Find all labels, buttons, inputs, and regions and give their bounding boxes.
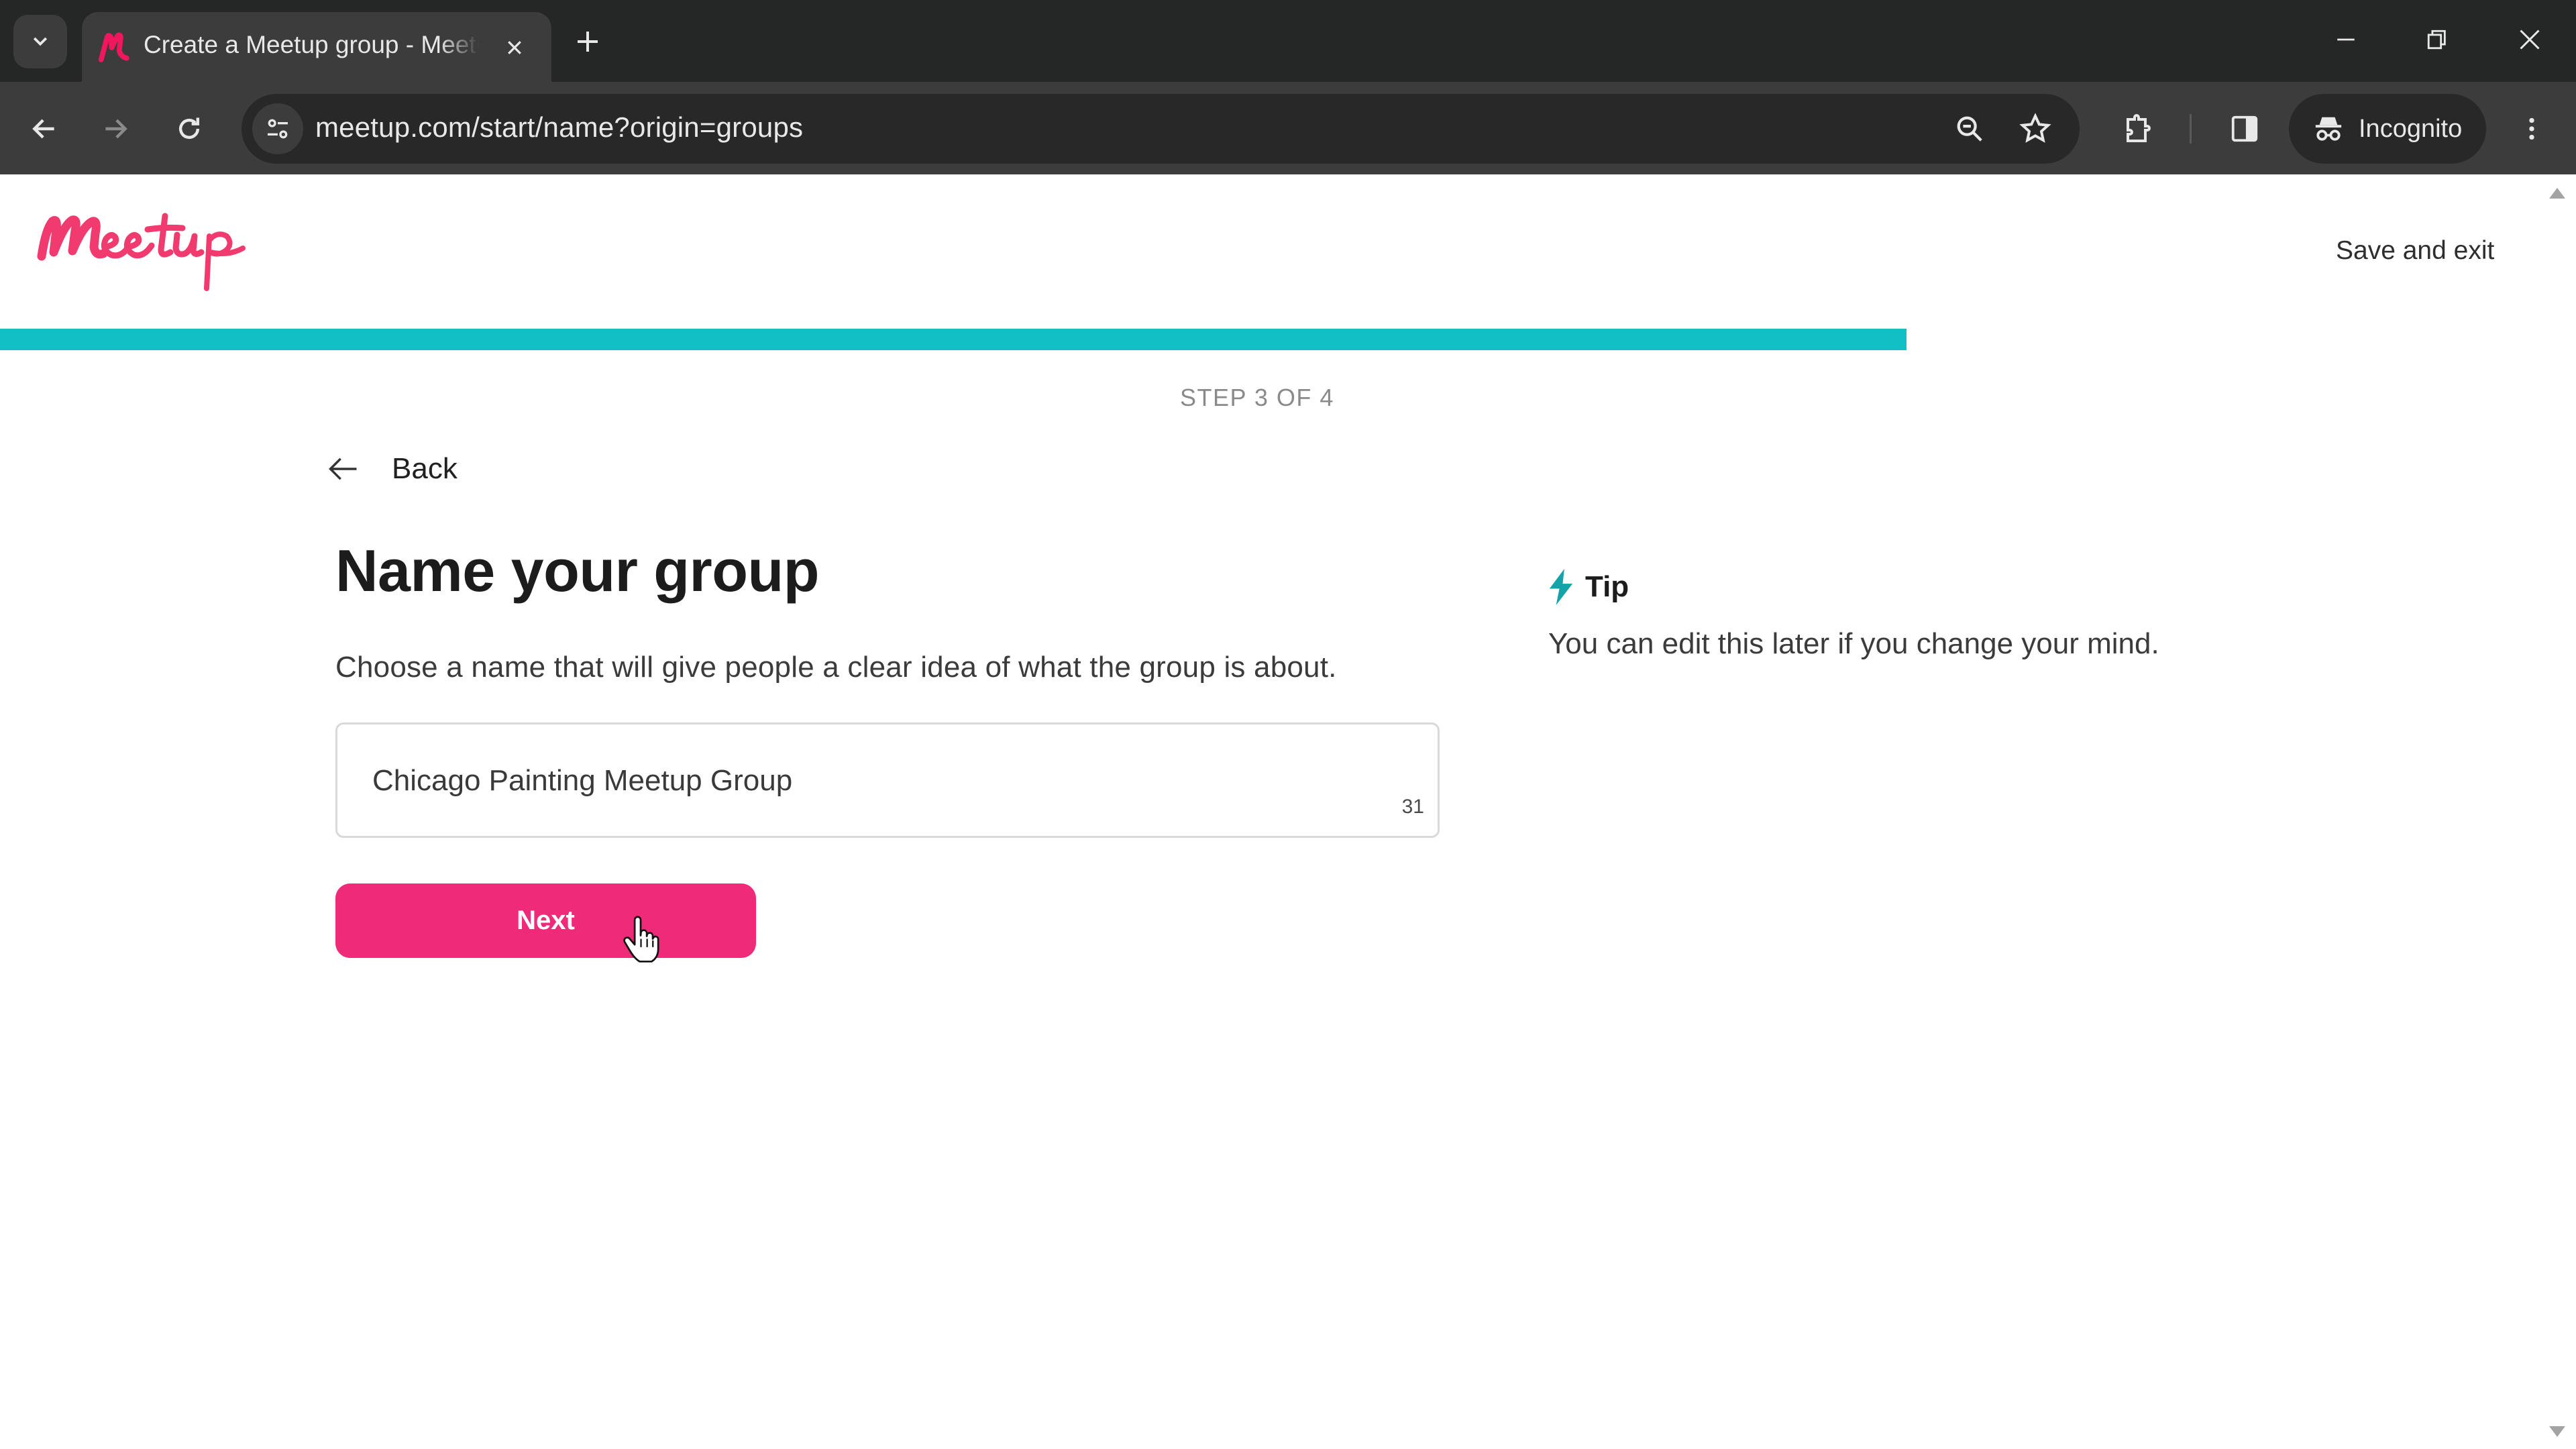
progress-bar-fill [0,329,1907,350]
tip-header: Tip [1548,569,1629,605]
minimize-button[interactable] [2316,16,2376,63]
page-title: Name your group [335,537,820,604]
next-button[interactable]: Next [335,883,756,958]
tab-title: Create a Meetup group - Meetup [144,31,479,58]
back-link[interactable]: Back [326,451,458,486]
character-count: 31 [1401,796,1424,818]
incognito-indicator[interactable]: Incognito [2289,94,2486,164]
arrow-right-icon [105,119,127,139]
active-tab[interactable]: Create a Meetup group - Meetup [82,12,551,82]
meetup-logo[interactable] [34,209,262,297]
minimize-icon [2337,38,2355,41]
page-description: Choose a name that will give people a cl… [335,651,1337,684]
lightning-bolt-icon [1549,569,1573,605]
zoom-indicator-button[interactable] [1949,109,1990,149]
toolbar-divider [2190,114,2192,144]
browser-tab-bar: Create a Meetup group - Meetup [0,0,2576,82]
meetup-favicon-icon [98,32,129,62]
page-content: Save and exit STEP 3 OF 4 Back Name your… [0,174,2576,1449]
site-info-button[interactable] [252,103,303,154]
side-panel-icon [2231,115,2258,142]
scroll-up-arrow-icon[interactable] [2549,188,2565,199]
step-indicator: STEP 3 OF 4 [1180,384,1334,411]
bookmark-button[interactable] [2015,109,2055,149]
plus-icon [578,32,598,52]
browser-menu-button[interactable] [2505,102,2559,156]
tune-icon [268,119,288,139]
scroll-down-arrow-icon[interactable] [2549,1426,2565,1437]
zoom-out-icon [1957,116,1982,142]
group-name-field[interactable]: 31 [335,722,1440,838]
star-icon [2019,113,2051,143]
incognito-icon [2315,117,2342,141]
tab-search-button[interactable] [13,15,67,68]
close-icon [508,41,521,54]
tip-title: Tip [1585,570,1629,603]
chevron-down-icon [33,37,48,46]
arrow-left-icon [329,458,357,480]
incognito-label: Incognito [2359,114,2463,143]
puzzle-icon [2127,114,2151,142]
group-name-input[interactable] [372,761,1345,801]
forward-nav-button[interactable] [89,102,142,156]
back-label: Back [392,452,458,485]
tab-close-button[interactable] [498,31,531,64]
reload-button[interactable] [162,102,216,156]
window-close-button[interactable] [2500,16,2560,63]
restore-button[interactable] [2407,16,2467,63]
close-icon [2520,30,2540,50]
restore-icon [2427,30,2446,50]
kebab-menu-icon [2529,117,2534,140]
back-nav-button[interactable] [17,102,71,156]
address-bar[interactable]: meetup.com/start/name?origin=groups [241,94,2080,164]
url-text[interactable]: meetup.com/start/name?origin=groups [315,111,803,144]
arrow-left-icon [32,119,54,139]
reload-icon [178,117,200,140]
new-tab-button[interactable] [570,24,605,59]
progress-bar [0,329,2576,350]
save-and-exit-link[interactable]: Save and exit [2336,236,2494,266]
extensions-button[interactable] [2110,102,2164,156]
side-panel-button[interactable] [2218,102,2271,156]
tip-body: You can edit this later if you change yo… [1548,627,2159,660]
browser-toolbar: meetup.com/start/name?origin=groups Inco… [0,82,2576,174]
